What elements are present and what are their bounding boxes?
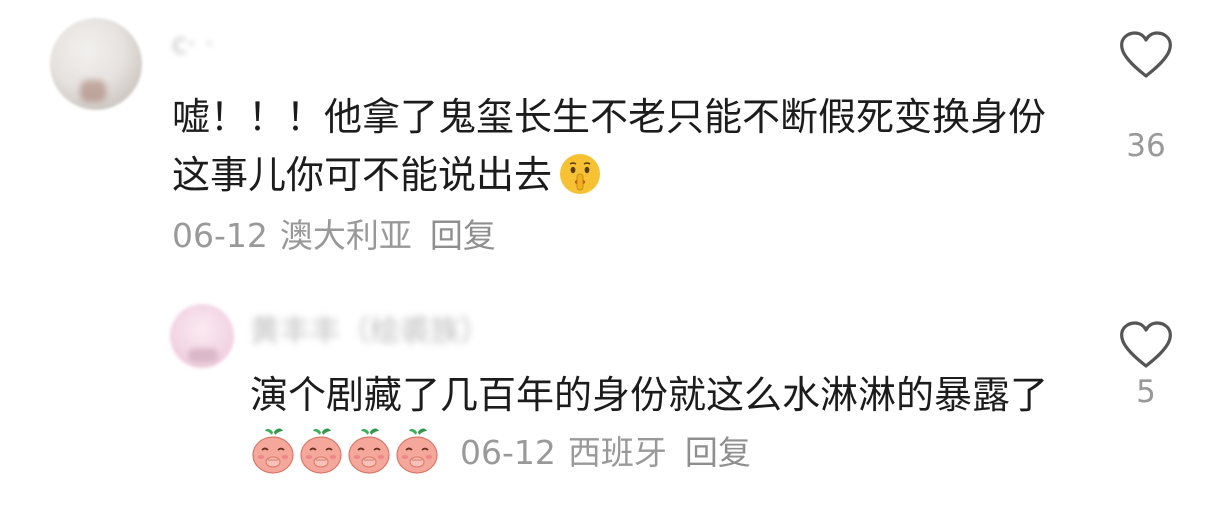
comment-meta: 06-12 澳大利亚 回复: [172, 214, 496, 258]
comment-text-body: 嘘！！！他拿了鬼玺长生不老只能不断假死变换身份这事儿你可不能说出去: [172, 95, 1047, 197]
comment-location: 西班牙: [567, 433, 667, 472]
like-count: 5: [1136, 374, 1156, 410]
peach-face-icon: [346, 426, 392, 476]
avatar[interactable]: [170, 304, 234, 368]
like-button[interactable]: 5: [1110, 320, 1182, 410]
comment-location: 澳大利亚: [279, 216, 412, 255]
avatar[interactable]: [50, 18, 142, 110]
username[interactable]: 黄丰丰（绘裘族）: [250, 312, 580, 352]
comment-text: 嘘！！！他拿了鬼玺长生不老只能不断假死变换身份这事儿你可不能说出去: [172, 88, 1072, 204]
like-button[interactable]: 36: [1110, 30, 1182, 164]
peach-face-icon: [298, 426, 344, 476]
emoji-group: [250, 428, 442, 475]
heart-icon[interactable]: [1110, 30, 1182, 80]
comment-item: 黄丰丰（绘裘族） 演个剧藏了几百年的身份就这么水淋淋的暴露了 06-12 西班牙 回复…: [0, 290, 1220, 532]
shushing-face-icon: [558, 152, 602, 196]
comment-text-body: 演个剧藏了几百年的身份就这么水淋淋的暴露了: [250, 373, 1049, 417]
heart-icon[interactable]: [1110, 320, 1182, 370]
comment-text: 演个剧藏了几百年的身份就这么水淋淋的暴露了 06-12 西班牙 回复: [250, 366, 1080, 482]
username[interactable]: c· ·: [172, 24, 272, 64]
reply-button[interactable]: 回复: [685, 433, 751, 472]
comment-date: 06-12: [460, 433, 556, 472]
comment-date: 06-12: [172, 216, 268, 255]
peach-face-icon: [250, 426, 296, 476]
reply-button[interactable]: 回复: [430, 216, 496, 255]
peach-face-icon: [394, 426, 440, 476]
comment-meta: 06-12 西班牙 回复: [460, 433, 751, 472]
like-count: 36: [1126, 128, 1166, 164]
comment-item: c· · 嘘！！！他拿了鬼玺长生不老只能不断假死变换身份这事儿你可不能说出去 0…: [0, 0, 1220, 280]
